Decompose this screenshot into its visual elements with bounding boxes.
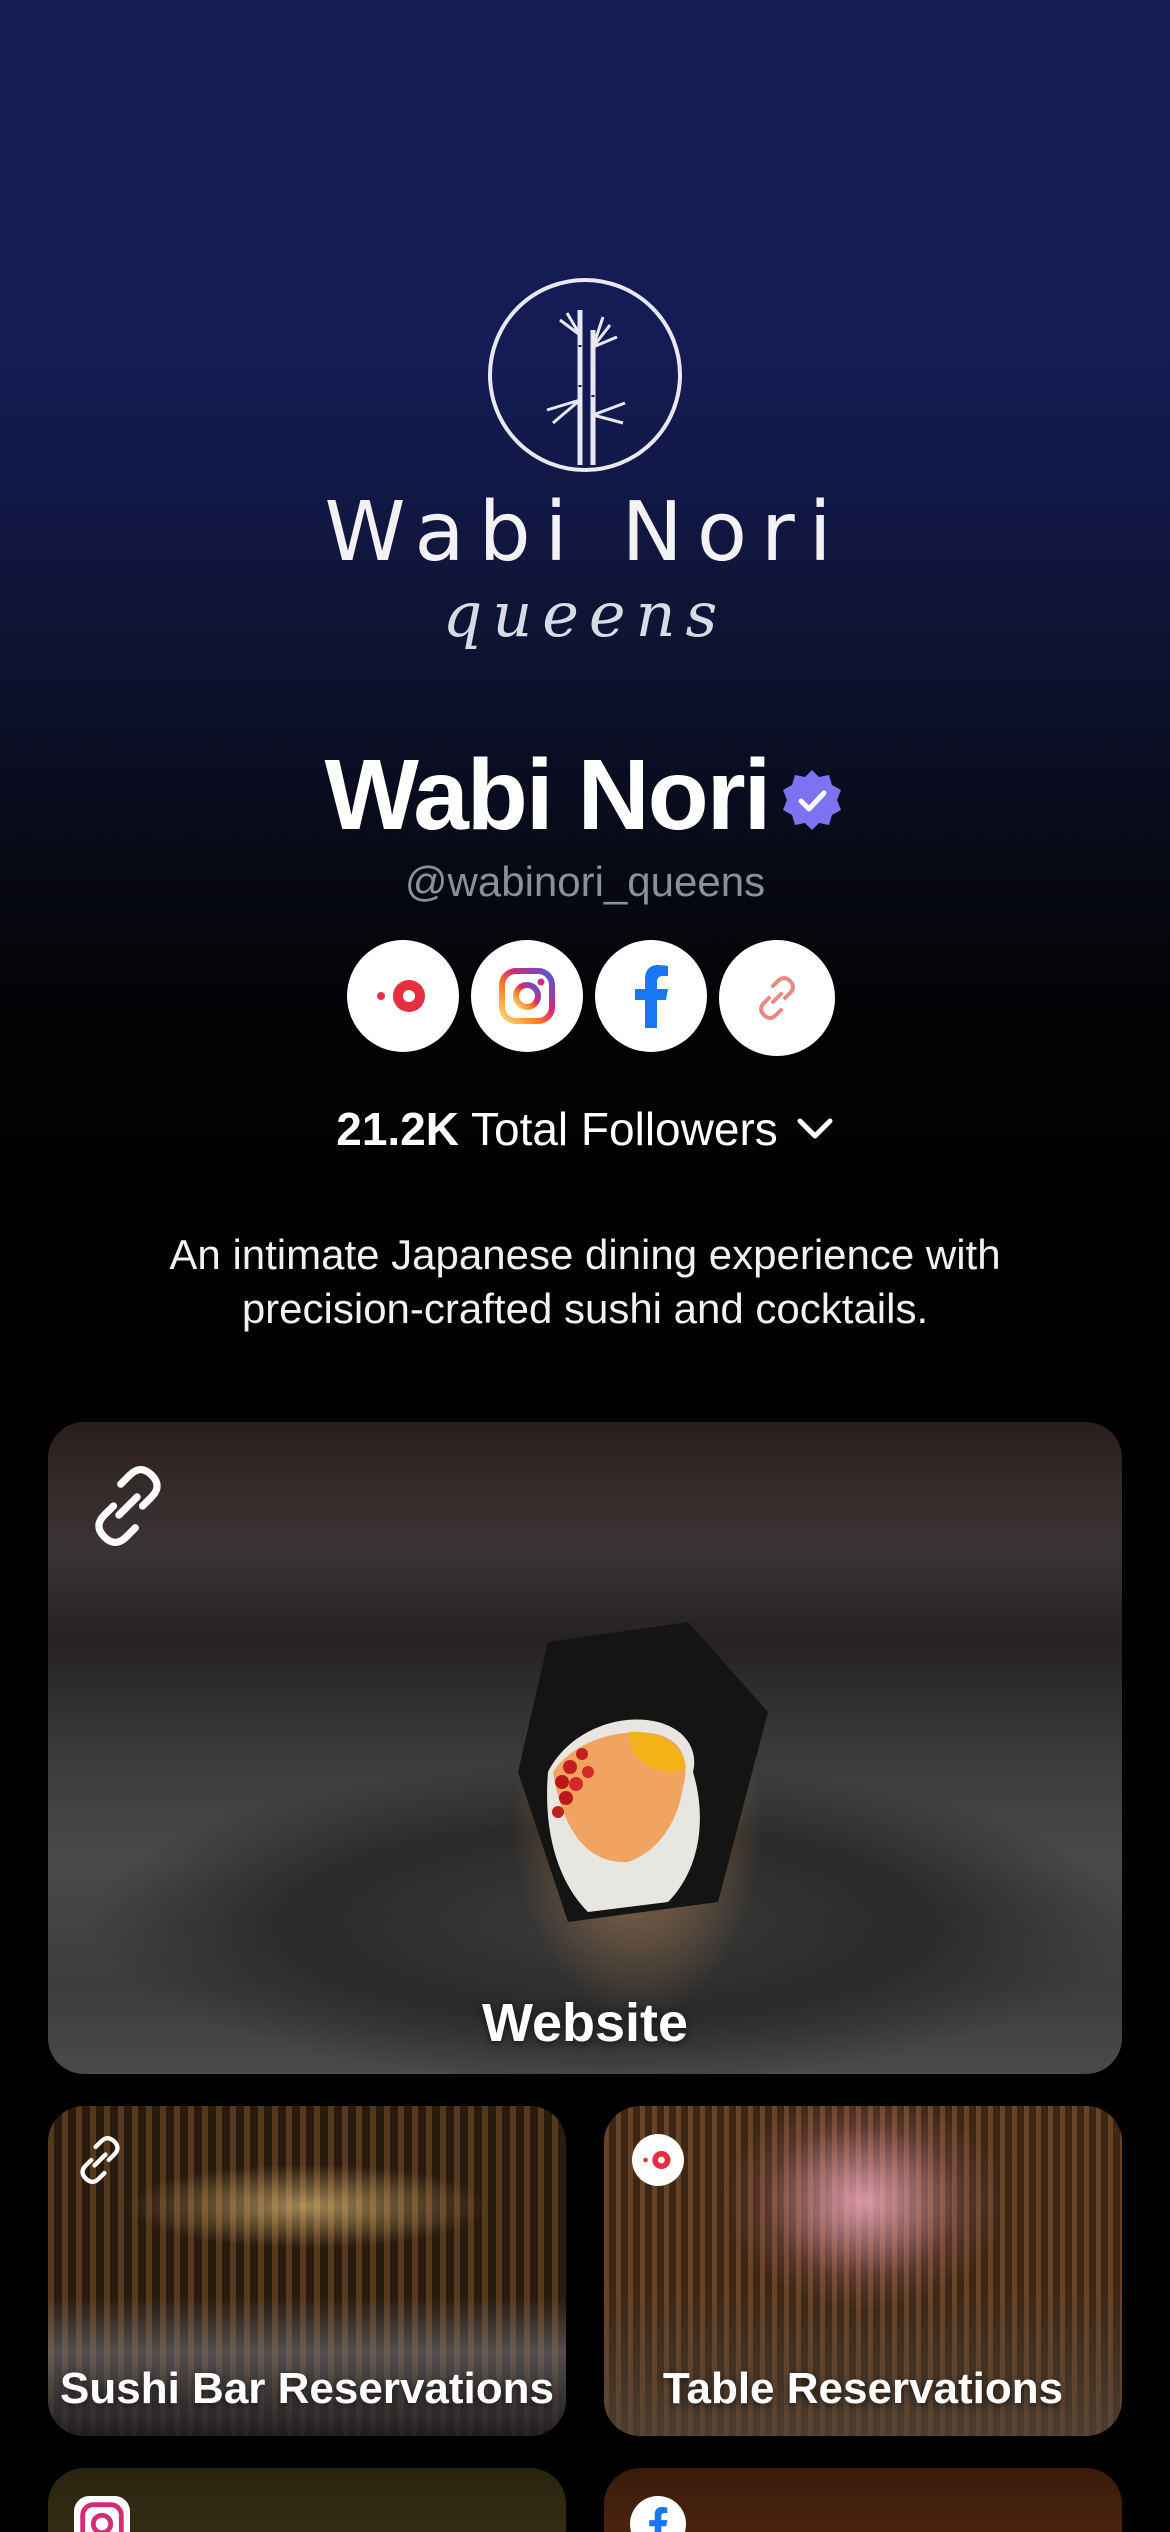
link-card-sushi-bar-reservations[interactable]: Sushi Bar Reservations <box>48 2106 566 2436</box>
link-card-label: Table Reservations <box>662 2364 1064 2413</box>
instagram-icon <box>74 2496 130 2532</box>
profile-name-row: Wabi Nori <box>0 738 1170 853</box>
link-card-label: Website <box>481 1993 689 2053</box>
verified-badge-icon <box>783 769 842 830</box>
chevron-down-icon <box>797 1118 833 1139</box>
brand-logo: Wabi Nori queens <box>0 275 1170 685</box>
facebook-button[interactable] <box>595 940 707 1052</box>
link-card-table-reservations[interactable]: Table Reservations <box>604 2106 1122 2436</box>
sushi-hand-roll-image <box>518 1622 768 1922</box>
reservation-button[interactable] <box>347 940 459 1052</box>
link-card-website[interactable]: Website <box>48 1422 1122 2074</box>
link-card-instagram[interactable] <box>48 2468 566 2532</box>
reservation-icon <box>632 2134 684 2186</box>
instagram-icon <box>499 968 555 1024</box>
profile-bio: An intimate Japanese dining experience w… <box>169 1231 1001 1332</box>
instagram-button[interactable] <box>471 940 583 1052</box>
bamboo-emblem-icon <box>488 278 682 472</box>
followers-label: Total Followers <box>470 1103 778 1155</box>
logo-wordmark: Wabi Nori <box>324 485 846 580</box>
social-buttons <box>347 940 835 1056</box>
followers-count: 21.2K <box>336 1103 459 1155</box>
facebook-icon <box>635 965 668 1028</box>
link-card-facebook[interactable] <box>604 2468 1122 2532</box>
facebook-icon <box>630 2496 686 2532</box>
profile-name: Wabi Nori <box>324 739 772 851</box>
link-icon <box>80 2136 120 2184</box>
profile-handle: @wabinori_queens <box>404 858 766 905</box>
website-link-button[interactable] <box>719 940 835 1056</box>
link-icon <box>759 976 795 1020</box>
followers-toggle[interactable]: 21.2K Total Followers <box>0 1102 1170 1156</box>
reservation-icon <box>377 980 425 1012</box>
link-icon <box>95 1466 161 1546</box>
link-card-label: Sushi Bar Reservations <box>60 2364 554 2413</box>
logo-subtext: queens <box>442 578 728 651</box>
